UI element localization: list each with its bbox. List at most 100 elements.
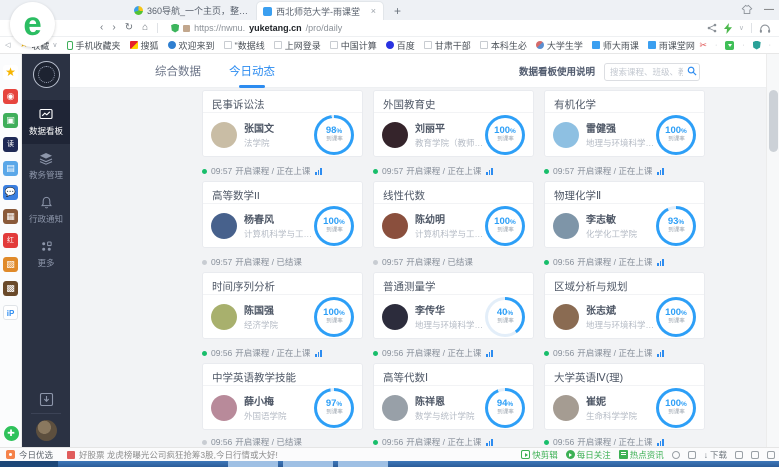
teacher-name: 雷健强: [586, 120, 656, 135]
print-icon[interactable]: [751, 451, 759, 459]
weibo-app-icon[interactable]: ◉: [3, 89, 18, 104]
tab-overview-data[interactable]: 综合数据: [155, 53, 201, 88]
wechat-app-icon[interactable]: ▣: [3, 113, 18, 128]
hot-news-tool[interactable]: 热点资讯: [619, 449, 664, 461]
download-tool[interactable]: ↓下载: [704, 449, 727, 461]
bookmark-item[interactable]: 师大雨课: [592, 39, 639, 52]
refresh-icon[interactable]: ↻: [125, 23, 133, 33]
new-tab-button[interactable]: +: [394, 5, 401, 17]
favorites-star-icon[interactable]: ★: [3, 65, 18, 80]
tab-close-icon[interactable]: ×: [370, 6, 377, 16]
gift-icon[interactable]: [6, 450, 15, 459]
quick-clip-tool[interactable]: 快剪辑: [521, 449, 558, 461]
course-card[interactable]: 有机化学 雷健强 地理与环境科学学院 100%到课率: [544, 90, 705, 157]
flag-icon[interactable]: [735, 451, 743, 459]
bookmark-item[interactable]: 甘肃干部: [424, 39, 471, 52]
360-games-clover-icon[interactable]: ✚: [4, 426, 19, 441]
taskbar-button[interactable]: [283, 461, 333, 467]
course-card[interactable]: 时间序列分析 陈国强 经济学院 100%到课率: [202, 272, 363, 339]
browser-tab-yuketang[interactable]: 西北师范大学-雨课堂 ×: [256, 1, 384, 20]
minimize-button[interactable]: —: [764, 5, 774, 15]
bookmarks-collapse-icon[interactable]: ◁: [5, 41, 10, 49]
home-icon[interactable]: ⌂: [142, 23, 148, 33]
game-app-icon[interactable]: ▦: [3, 209, 18, 224]
scissors-icon[interactable]: ✂: [699, 41, 707, 50]
user-avatar[interactable]: [36, 420, 57, 441]
browser-status-bar: 今日优选 好股票 龙虎榜曝光公司疯狂抢筹3股,今日行情或大好! 快剪辑 每日关注…: [0, 447, 779, 461]
search-icon[interactable]: [687, 66, 697, 76]
url-field[interactable]: https://nwnu.yuketang.cn/pro/daily: [171, 23, 342, 33]
safety-shield-icon[interactable]: [753, 41, 761, 50]
windows-taskbar[interactable]: [0, 461, 779, 467]
course-card[interactable]: 区域分析与规划 张志斌 地理与环境科学学院 100%到课率: [544, 272, 705, 339]
daily-picks-label[interactable]: 今日优选: [19, 449, 53, 461]
bookmark-item[interactable]: 上网登录: [274, 39, 321, 52]
dashboard-help-link[interactable]: 数据看板使用说明: [519, 64, 595, 78]
teacher-department: 数学与统计学院: [415, 410, 485, 422]
security-shield-icon: [171, 24, 179, 33]
download-box-icon[interactable]: [39, 392, 54, 407]
download-manager-icon[interactable]: [725, 41, 734, 50]
sidebar-item-academic[interactable]: 教务管理: [22, 144, 70, 188]
tab-today-activity[interactable]: 今日动态: [229, 53, 275, 88]
daily-follow-tool[interactable]: 每日关注: [566, 449, 611, 461]
back-icon[interactable]: ‹: [100, 23, 103, 33]
page-scrollbar[interactable]: [766, 54, 779, 447]
bookmark-item[interactable]: 欢迎来到: [168, 39, 215, 52]
taskbar-button[interactable]: [338, 461, 388, 467]
forward-icon[interactable]: ›: [112, 23, 115, 33]
chevron-down-icon[interactable]: ∨: [739, 24, 744, 32]
share-icon[interactable]: [707, 23, 717, 33]
game-app-icon[interactable]: ▩: [3, 281, 18, 296]
taskbar-start-area[interactable]: [0, 461, 58, 467]
yuketang-icon: [592, 41, 600, 49]
sidebar-item-more[interactable]: 更多: [22, 232, 70, 276]
bookmark-item[interactable]: "数据线: [224, 39, 265, 52]
tab-title: 360导航_一个主页，整个世界: [147, 4, 250, 17]
dashboard-main: 综合数据 今日动态 数据看板使用说明: [70, 54, 779, 447]
search-input[interactable]: [604, 63, 700, 81]
speed-lightning-icon[interactable]: [724, 23, 732, 34]
skin-shirt-icon[interactable]: [741, 4, 753, 15]
status-dot: [544, 169, 549, 174]
taskbar-button[interactable]: [228, 461, 278, 467]
news-app-icon[interactable]: 红: [3, 233, 18, 248]
bookmark-item[interactable]: 中国计算: [330, 39, 377, 52]
chat-app-icon[interactable]: 💬: [3, 185, 18, 200]
bookmark-item[interactable]: 百度: [386, 39, 415, 52]
history-clock-icon[interactable]: [672, 451, 680, 459]
bookmark-item[interactable]: 本科生必: [480, 39, 527, 52]
browser-tab-360nav[interactable]: 360导航_一个主页，整个世界: [128, 1, 256, 20]
headphones-icon[interactable]: [759, 23, 771, 34]
course-card[interactable]: 线性代数 陈幼明 计算机科学与工程学院 100%到课率: [373, 181, 534, 248]
course-card[interactable]: 大学英语Ⅳ(理) 崔妮 生命科学学院 100%到课率: [544, 363, 705, 430]
status-dot: [202, 169, 207, 174]
course-card[interactable]: 中学英语教学技能 薛小梅 外国语学院 97%到课率: [202, 363, 363, 430]
teacher-department: 地理与环境科学学院: [586, 319, 656, 331]
sohu-icon: [130, 41, 138, 49]
session-status: 09:57开启课程 / 已结课: [373, 256, 534, 268]
scrollbar-thumb[interactable]: [769, 90, 778, 152]
ip-app-icon[interactable]: iP: [3, 305, 18, 320]
copy-icon[interactable]: [767, 451, 775, 459]
bookmark-item[interactable]: 雨课堂网: [648, 39, 695, 52]
teacher-department: 地理与环境科学学院: [586, 137, 656, 149]
sidebar-item-notices[interactable]: 行政通知: [22, 188, 70, 232]
browser-logo-360[interactable]: e: [10, 2, 55, 47]
bookmark-item[interactable]: 搜狐: [130, 39, 159, 52]
pin-icon[interactable]: [688, 451, 696, 459]
news-ticker[interactable]: 好股票 龙虎榜曝光公司疯狂抢筹3股,今日行情或大好!: [67, 449, 278, 461]
course-card[interactable]: 外国教育史 刘丽平 教育学院（教师培训学院） 100%到课率: [373, 90, 534, 157]
bookmark-item[interactable]: 大学生学: [536, 39, 583, 52]
notes-app-icon[interactable]: ▤: [3, 161, 18, 176]
course-card[interactable]: 普通测量学 李传华 地理与环境科学学院 40%到课率: [373, 272, 534, 339]
sidebar-item-dashboard[interactable]: 数据看板: [22, 100, 70, 144]
bookmark-item[interactable]: 手机收藏夹: [67, 39, 121, 52]
course-card[interactable]: 高等数学II 杨春风 计算机科学与工程学院 100%到课率: [202, 181, 363, 248]
course-card[interactable]: 物理化学Ⅱ 李志敏 化学化工学院 93%到课率: [544, 181, 705, 248]
course-card[interactable]: 民事诉讼法 张国文 法学院 98%到课率: [202, 90, 363, 157]
game-app-icon[interactable]: ▨: [3, 257, 18, 272]
reader-app-icon[interactable]: 读: [3, 137, 18, 152]
course-card[interactable]: 高等代数Ⅰ 陈祥恩 数学与统计学院 94%到课率: [373, 363, 534, 430]
university-logo: [33, 61, 60, 88]
